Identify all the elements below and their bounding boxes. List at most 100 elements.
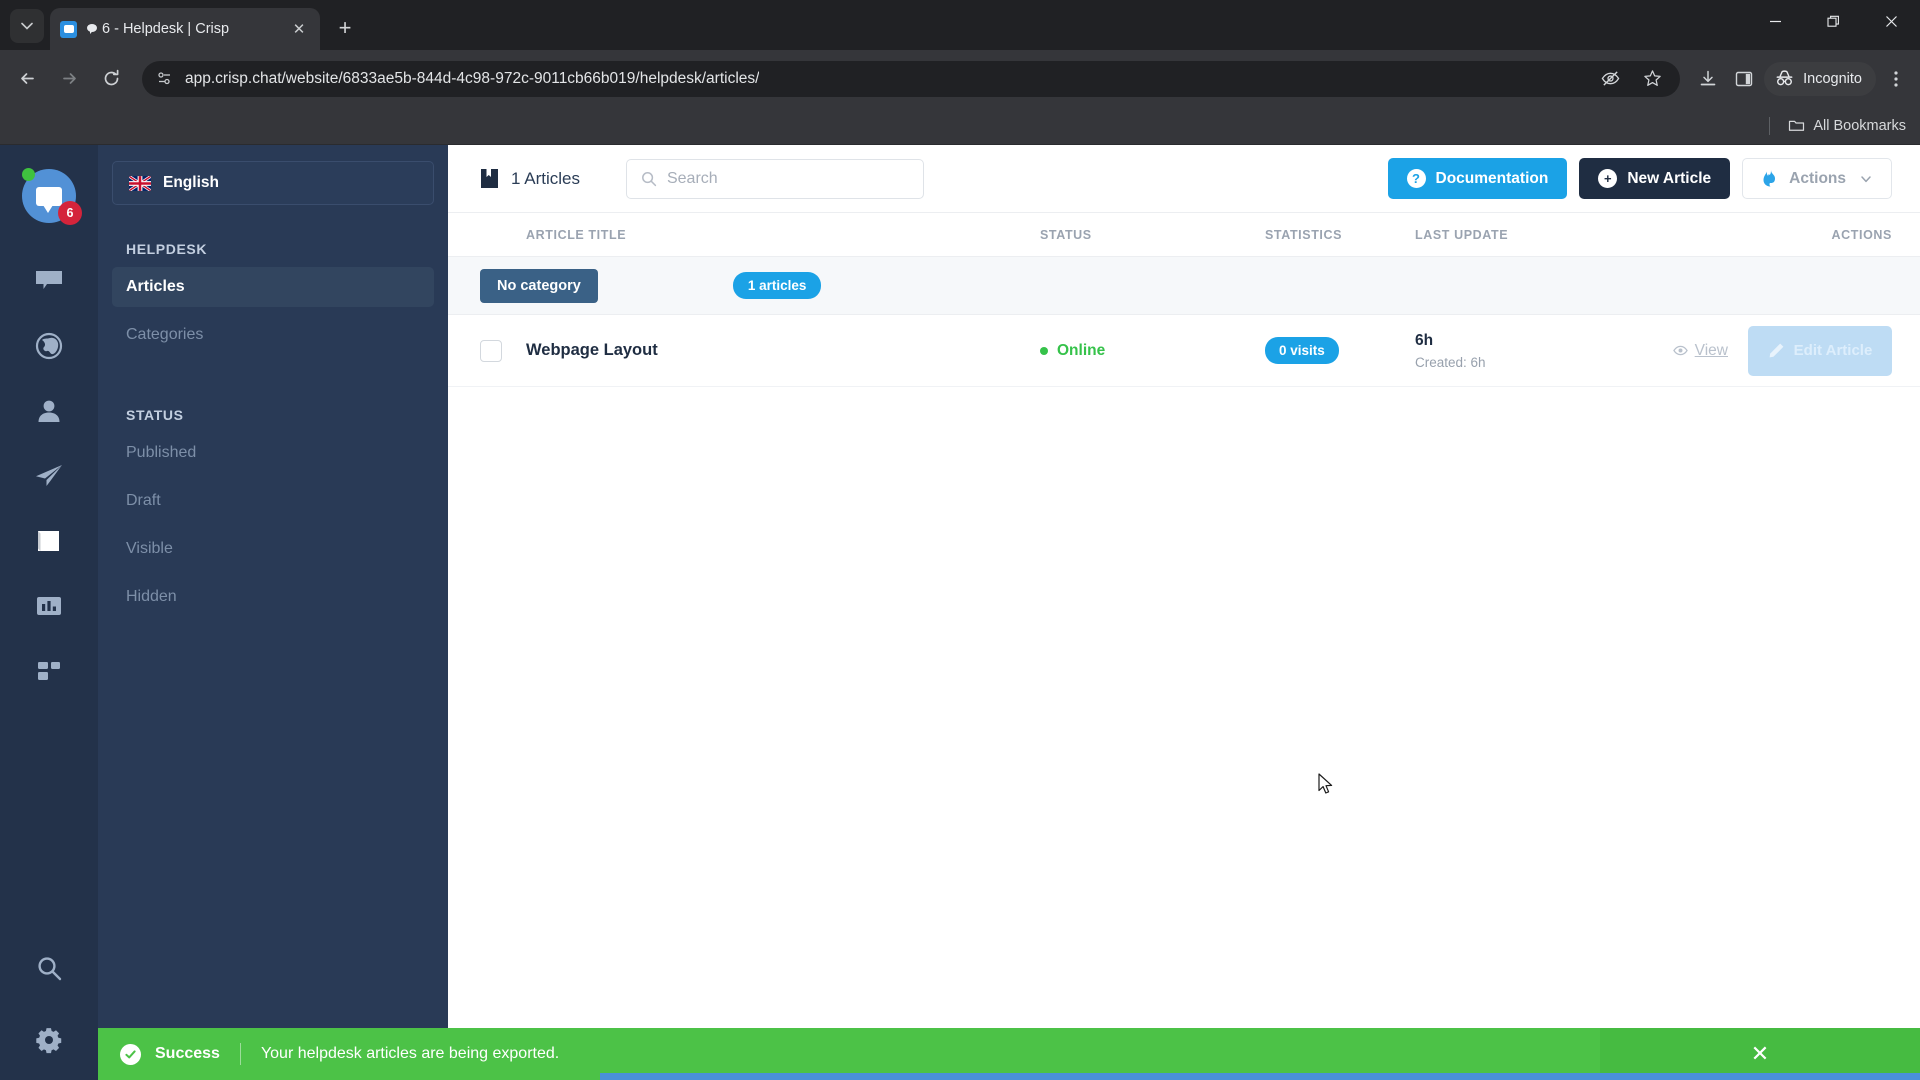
close-icon[interactable]: ✕ (288, 18, 310, 40)
toast-message: Your helpdesk articles are being exporte… (260, 1045, 560, 1062)
address-bar[interactable]: app.crisp.chat/website/6833ae5b-844d-4c9… (142, 60, 1681, 97)
chrome-menu-icon[interactable] (1880, 63, 1912, 95)
edit-article-label: Edit Article (1793, 341, 1873, 359)
bookmark-star-icon[interactable] (1636, 63, 1668, 95)
sidebar-item-label: Visible (126, 540, 173, 557)
article-statistics-cell: 0 visits (1265, 337, 1415, 364)
main-content: 1 Articles ? Documentation + New Ar (448, 145, 1920, 1080)
site-settings-icon[interactable] (156, 70, 173, 87)
bar-chart-icon (35, 593, 63, 619)
download-shelf-bar (600, 1073, 1920, 1080)
view-link[interactable]: View (1672, 342, 1728, 360)
sidebar-item-label: Articles (126, 278, 185, 295)
chevron-down-icon (1860, 173, 1872, 185)
column-header-status: STATUS (1040, 227, 1092, 242)
browser-tab[interactable]: 6 - Helpdesk | Crisp ✕ (50, 8, 320, 50)
plugins-icon (35, 658, 63, 684)
inbox-icon (34, 268, 64, 294)
sidebar-item-articles[interactable]: Articles (112, 267, 434, 307)
side-panel-icon[interactable] (1728, 63, 1760, 95)
edit-article-button[interactable]: Edit Article (1748, 325, 1892, 376)
avatar[interactable]: 6 (22, 168, 82, 225)
reload-icon[interactable] (92, 60, 130, 98)
bookmarks-divider (1769, 116, 1771, 135)
toolbar-buttons: ? Documentation + New Article Actions (1387, 158, 1892, 199)
new-tab-button[interactable]: + (328, 11, 362, 45)
status-dot-icon (1040, 346, 1048, 355)
sidebar-item-visible[interactable]: Visible (112, 529, 434, 569)
rail-item-campaigns[interactable] (24, 458, 74, 494)
toast-divider (239, 1043, 241, 1065)
restore-icon[interactable] (1804, 0, 1862, 42)
contacts-icon (35, 397, 63, 425)
rail-item-contacts[interactable] (24, 393, 74, 429)
tab-title-text: 6 - Helpdesk | Crisp (102, 21, 230, 37)
articles-table: ARTICLE TITLE STATUS STATISTICS LAST UPD… (448, 213, 1920, 1080)
rail-item-visitors[interactable] (24, 328, 74, 364)
column-header-title: ARTICLE TITLE (526, 227, 627, 242)
table-row[interactable]: Webpage Layout Online 0 visits 6h Create… (448, 315, 1920, 387)
incognito-indicator[interactable]: Incognito (1764, 61, 1876, 96)
incognito-label: Incognito (1803, 70, 1862, 87)
sidebar-item-label: Published (126, 444, 197, 461)
documentation-button[interactable]: ? Documentation (1387, 158, 1568, 199)
sidebar-item-categories[interactable]: Categories (112, 315, 434, 355)
table-header: ARTICLE TITLE STATUS STATISTICS LAST UPD… (448, 213, 1920, 257)
new-article-label: New Article (1627, 169, 1712, 187)
search-input[interactable] (666, 169, 909, 188)
app-rail: 6 (0, 145, 98, 1080)
section-heading-helpdesk: HELPDESK (126, 241, 208, 257)
language-label: English (163, 174, 219, 191)
rail-item-helpdesk[interactable] (24, 523, 74, 559)
rail-item-inbox[interactable] (24, 263, 74, 299)
articles-count: 1 Articles (480, 168, 580, 189)
online-indicator (22, 168, 35, 181)
plus-icon: + (1598, 169, 1618, 188)
paper-plane-icon (34, 462, 64, 490)
downloads-icon[interactable] (1692, 63, 1724, 95)
browser-toolbar: app.crisp.chat/website/6833ae5b-844d-4c9… (0, 50, 1920, 107)
last-update-value: 6h (1415, 331, 1434, 349)
language-selector[interactable]: English (112, 161, 434, 205)
article-title[interactable]: Webpage Layout (526, 341, 658, 360)
close-icon[interactable]: ✕ (1751, 1041, 1769, 1067)
status-label: Online (1057, 341, 1106, 359)
new-article-button[interactable]: + New Article (1579, 158, 1731, 199)
sidebar-item-label: Hidden (126, 588, 177, 605)
column-header-actions: ACTIONS (1831, 227, 1892, 242)
documentation-label: Documentation (1435, 169, 1549, 187)
sidebar-item-label: Categories (126, 326, 204, 343)
globe-icon (34, 331, 64, 361)
search-icon (36, 955, 63, 982)
window-controls (1746, 0, 1920, 50)
category-row[interactable]: No category 1 articles (448, 257, 1920, 315)
actions-button[interactable]: Actions (1742, 158, 1892, 199)
close-window-icon[interactable] (1862, 0, 1920, 42)
incognito-icon (1774, 68, 1795, 89)
forward-icon[interactable] (50, 60, 88, 98)
browser-window: 6 - Helpdesk | Crisp ✕ + app.crisp.chat/… (0, 0, 1920, 1080)
article-actions-cell: View Edit Article (1615, 325, 1892, 376)
category-badge[interactable]: No category (480, 268, 598, 303)
sidebar-item-hidden[interactable]: Hidden (112, 577, 434, 617)
rail-item-plugins[interactable] (24, 653, 74, 689)
search-box[interactable] (625, 158, 924, 199)
section-heading-status: STATUS (126, 407, 184, 423)
rail-item-analytics[interactable] (24, 588, 74, 624)
toast-kind-label: Success (155, 1045, 220, 1062)
tracking-protection-icon[interactable] (1594, 63, 1626, 95)
flame-icon (1762, 169, 1779, 188)
back-icon[interactable] (8, 60, 46, 98)
row-checkbox[interactable] (480, 339, 502, 362)
sidebar-item-published[interactable]: Published (112, 433, 434, 473)
articles-count-label: 1 Articles (511, 168, 580, 188)
all-bookmarks-button[interactable]: All Bookmarks (1788, 117, 1906, 134)
column-header-statistics: STATISTICS (1265, 227, 1343, 242)
uk-flag-icon (129, 175, 151, 191)
rail-item-settings[interactable] (24, 1022, 74, 1058)
unread-badge: 6 (58, 201, 82, 225)
minimize-icon[interactable] (1746, 0, 1804, 42)
sidebar-item-draft[interactable]: Draft (112, 481, 434, 521)
rail-item-search[interactable] (24, 950, 74, 986)
tab-search-button[interactable] (10, 9, 44, 43)
